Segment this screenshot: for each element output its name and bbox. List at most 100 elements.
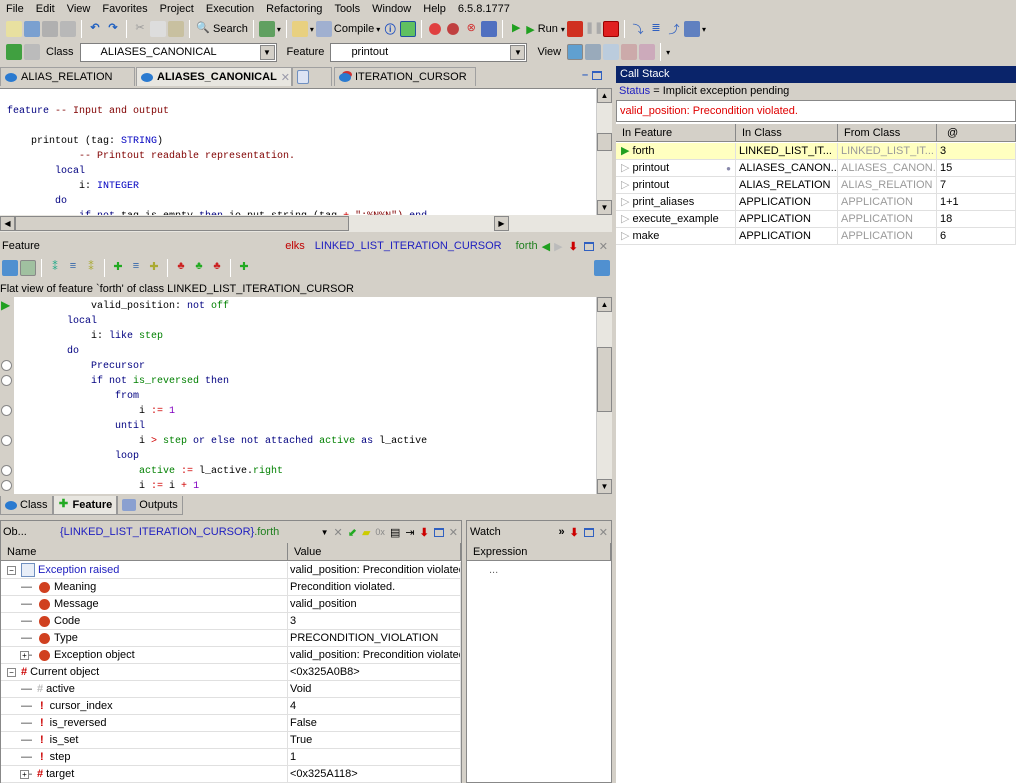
scroll-thumb[interactable] <box>597 133 612 151</box>
run-button[interactable]: ▶ Run ▾ <box>526 23 565 36</box>
column-header-name[interactable]: Name <box>1 543 288 560</box>
save-icon[interactable] <box>42 21 58 37</box>
call-stack-row[interactable]: ▷ execute_example APPLICATION APPLICATION 18 <box>616 211 1016 228</box>
implementers-icon[interactable]: ♣ <box>173 260 189 276</box>
set-slice-icon[interactable]: ⬋ <box>348 526 357 539</box>
column-header-from-class[interactable]: From Class <box>838 124 937 141</box>
editor-tab[interactable]: ALIAS_RELATION <box>0 67 135 86</box>
breakpoint-slot-icon[interactable] <box>1 405 12 416</box>
compile-button[interactable]: Compile ▾ <box>315 21 380 37</box>
scroll-down-icon[interactable]: ▼ <box>597 200 612 215</box>
pin-icon[interactable]: ⬇ <box>569 240 578 253</box>
flat-view-icon[interactable] <box>603 44 620 60</box>
collapse-icon[interactable]: − <box>7 668 16 677</box>
scroll-thumb[interactable] <box>15 216 349 231</box>
metrics-icon[interactable] <box>258 21 275 37</box>
object-row[interactable]: —! is_reversed False <box>1 715 461 732</box>
step-over-icon[interactable]: ≣ <box>648 21 664 37</box>
menu-window[interactable]: Window <box>366 3 417 15</box>
chevron-down-icon[interactable]: ▼ <box>510 44 526 60</box>
list-icon[interactable]: ▤ <box>390 526 400 539</box>
maximize-icon[interactable] <box>583 527 594 537</box>
bottom-tab-feature[interactable]: ✚ Feature <box>52 496 118 515</box>
call-stack-row[interactable]: ▷ make APPLICATION APPLICATION 6 <box>616 228 1016 245</box>
new-expression-row[interactable]: ... <box>489 564 498 576</box>
homonyms-icon[interactable]: ✚ <box>236 260 252 276</box>
descendants-icon[interactable]: ♣ <box>209 260 225 276</box>
dropdown-icon[interactable]: ▾ <box>666 48 670 57</box>
feature-combo[interactable]: printout ▼ <box>330 42 528 62</box>
context-class-link[interactable]: {LINKED_LIST_ITERATION_CURSOR} <box>60 526 254 538</box>
finalize-icon[interactable] <box>400 21 417 37</box>
bottom-tab-outputs[interactable]: Outputs <box>117 496 183 515</box>
clickable-view-icon[interactable] <box>585 44 602 60</box>
call-stack-row[interactable]: ▷ print_aliases APPLICATION APPLICATION 1+1 <box>616 194 1016 211</box>
object-row[interactable]: − # Current object <0x325A0B8> <box>1 664 461 681</box>
class-combo[interactable]: ALIASES_CANONICAL ▼ <box>79 42 277 62</box>
dropdown-icon[interactable]: ▾ <box>310 25 314 34</box>
breakpoint-slot-icon[interactable] <box>1 360 12 371</box>
flat-contract-view-icon[interactable] <box>639 44 656 60</box>
pause-icon[interactable]: ❚❚ <box>585 21 603 37</box>
menu-execution[interactable]: Execution <box>200 3 260 15</box>
object-row[interactable]: — Meaning Precondition violated. <box>1 579 461 596</box>
menu-tools[interactable]: Tools <box>328 3 366 15</box>
current-position-icon[interactable]: ▶ <box>1 298 10 312</box>
context-feature-link[interactable]: .forth <box>254 526 279 538</box>
editor-hscroll[interactable]: ◀ ▶ <box>0 215 612 232</box>
edit-icon[interactable] <box>594 260 610 276</box>
scroll-up-icon[interactable]: ▲ <box>597 297 612 312</box>
pin-icon[interactable]: ⬇ <box>420 526 429 539</box>
bottom-tab-class[interactable]: Class <box>0 496 53 515</box>
expand-icon[interactable]: + <box>20 651 29 660</box>
search-button[interactable]: 🔍 Search <box>195 21 248 37</box>
menu-help[interactable]: Help <box>417 3 452 15</box>
dropdown-icon[interactable]: ▾ <box>277 25 281 34</box>
creations-icon[interactable]: ✚ <box>146 260 162 276</box>
menu-project[interactable]: Project <box>154 3 200 15</box>
pin-icon[interactable]: ⬇ <box>570 526 579 539</box>
collapse-icon[interactable]: − <box>7 566 16 575</box>
object-row[interactable]: − Exception raised valid_position: Precond… <box>1 562 461 579</box>
restart-icon[interactable] <box>566 21 583 37</box>
save-all-icon[interactable] <box>60 21 76 37</box>
menu-refactoring[interactable]: Refactoring <box>260 3 328 15</box>
back-icon[interactable] <box>6 44 22 60</box>
forward-icon[interactable] <box>24 44 40 60</box>
chevron-right-icon[interactable]: » <box>558 526 564 538</box>
run-to-icon[interactable]: ▶ <box>508 21 524 37</box>
breakpoint-slot-icon[interactable] <box>1 375 12 386</box>
breakpoint-window-icon[interactable] <box>481 21 498 37</box>
open-icon[interactable] <box>24 21 40 37</box>
menu-edit[interactable]: Edit <box>30 3 61 15</box>
step-into-icon[interactable]: ⤵ <box>630 21 646 37</box>
menu-file[interactable]: File <box>0 3 30 15</box>
contract-view-icon[interactable] <box>621 44 638 60</box>
editor-tab[interactable] <box>292 67 332 86</box>
assigners-icon[interactable]: ✚ <box>110 260 126 276</box>
menu-view[interactable]: View <box>61 3 97 15</box>
column-header-in-class[interactable]: In Class <box>736 124 838 141</box>
ancestors-icon[interactable]: ♣ <box>191 260 207 276</box>
close-icon[interactable]: ✕ <box>449 526 458 539</box>
flat-code-view[interactable]: valid_position: not off local i: like step… <box>14 297 596 494</box>
edit-icon[interactable] <box>2 260 18 276</box>
remove-icon[interactable]: ✕ <box>334 526 343 539</box>
call-stack-row[interactable]: ▶ forth LINKED_LIST_IT... LINKED_LIST_IT...… <box>616 143 1016 160</box>
expand-icon[interactable]: + <box>20 770 29 779</box>
copy-icon[interactable] <box>150 21 166 37</box>
hex-format-toggle[interactable]: 0x <box>375 527 385 537</box>
object-row[interactable]: —+Exception objectvalid_position: Precon… <box>1 647 461 664</box>
code-editor[interactable]: feature -- Input and output printout (tag… <box>0 88 596 215</box>
class-link[interactable]: LINKED_LIST_ITERATION_CURSOR <box>315 240 502 252</box>
cut-icon[interactable]: ✂ <box>132 21 148 37</box>
scroll-left-icon[interactable]: ◀ <box>0 216 15 231</box>
export-icon[interactable]: ⇥ <box>405 526 414 539</box>
call-stack-row[interactable]: ▷ printout ALIAS_RELATION ALIAS_RELATION 7 <box>616 177 1016 194</box>
new-class-icon[interactable] <box>6 21 22 37</box>
column-header-in-feature[interactable]: In Feature <box>616 124 736 141</box>
stop-icon[interactable] <box>602 21 619 37</box>
flat-view-icon[interactable] <box>20 260 36 276</box>
editor-vscroll[interactable]: ▲ ▼ <box>596 88 612 215</box>
close-icon[interactable]: ✕ <box>281 71 290 84</box>
